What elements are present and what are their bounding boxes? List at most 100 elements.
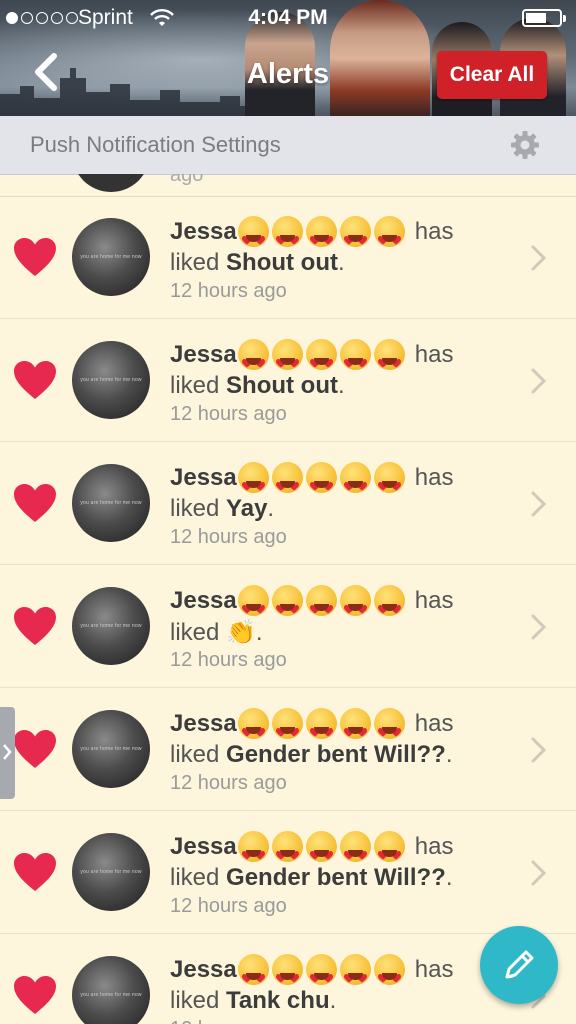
heart-eyes-emoji: [271, 831, 303, 862]
notification-time: 12 hours ago: [170, 1018, 287, 1024]
heart-eyes-emoji: [339, 462, 371, 493]
avatar[interactable]: you are home for me now: [72, 710, 150, 788]
status-time: 4:04 PM: [248, 6, 328, 29]
list-item[interactable]: you are home for me now Jessa has liked Sho…: [0, 196, 576, 319]
username[interactable]: Jessa: [170, 587, 237, 615]
list-item[interactable]: you are home for me now Jessa has liked Gen…: [0, 811, 576, 934]
username[interactable]: Jessa: [170, 710, 237, 738]
notification-line-2: liked Gender bent Will??.: [170, 741, 453, 769]
emoji-group: [237, 339, 405, 370]
heart-icon: [12, 359, 58, 401]
avatar[interactable]: you are home for me now: [72, 833, 150, 911]
sentence-end: .: [445, 864, 453, 891]
heart-icon: [12, 605, 58, 647]
heart-eyes-emoji: [373, 708, 405, 739]
username[interactable]: Jessa: [170, 341, 237, 369]
notification-time: 12 hours ago: [170, 526, 287, 548]
post-title[interactable]: Gender bent Will??: [226, 864, 446, 891]
post-title[interactable]: Yay: [226, 495, 267, 522]
emoji-group: [237, 831, 405, 862]
heart-eyes-emoji: [373, 462, 405, 493]
username[interactable]: Jessa: [170, 464, 237, 492]
heart-eyes-emoji: [339, 216, 371, 247]
heart-eyes-emoji: [373, 585, 405, 616]
notification-line-2: liked Tank chu.: [170, 987, 336, 1015]
push-notification-settings-bar[interactable]: Push Notification Settings: [0, 116, 576, 175]
heart-icon: [12, 482, 58, 524]
heart-eyes-emoji: [305, 954, 337, 985]
avatar[interactable]: you are home for me now: [72, 218, 150, 296]
heart-eyes-emoji: [305, 216, 337, 247]
heart-eyes-emoji: [271, 708, 303, 739]
chevron-right-icon[interactable]: [530, 244, 548, 272]
chevron-right-icon[interactable]: [530, 367, 548, 395]
avatar[interactable]: you are home for me now: [72, 341, 150, 419]
notification-time: 12 hours ago: [170, 649, 287, 671]
heart-eyes-emoji: [305, 462, 337, 493]
heart-eyes-emoji: [339, 831, 371, 862]
status-bar: Sprint 4:04 PM: [0, 0, 576, 38]
heart-eyes-emoji: [271, 216, 303, 247]
heart-eyes-emoji: [237, 585, 269, 616]
username[interactable]: Jessa: [170, 218, 237, 246]
avatar: [72, 174, 150, 192]
avatar[interactable]: you are home for me now: [72, 956, 150, 1024]
sentence-end: .: [445, 741, 453, 768]
chevron-right-icon[interactable]: [530, 736, 548, 764]
post-title[interactable]: Shout out: [226, 372, 338, 399]
heart-eyes-emoji: [339, 339, 371, 370]
list-item[interactable]: you are home for me now Jessa has liked Gen…: [0, 688, 576, 811]
notification-time: 12 hours ago: [170, 280, 287, 302]
side-drawer-handle[interactable]: [0, 707, 15, 799]
post-title[interactable]: Gender bent Will??: [226, 741, 446, 768]
post-title[interactable]: Tank chu: [226, 987, 330, 1014]
heart-eyes-emoji: [305, 585, 337, 616]
heart-eyes-emoji: [237, 954, 269, 985]
chevron-right-icon: [3, 744, 12, 760]
username[interactable]: Jessa: [170, 956, 237, 984]
post-title[interactable]: 👏: [226, 619, 256, 646]
heart-eyes-emoji: [237, 708, 269, 739]
chevron-right-icon[interactable]: [530, 613, 548, 641]
action-text: has: [414, 709, 454, 737]
heart-eyes-emoji: [271, 339, 303, 370]
post-title[interactable]: Shout out: [226, 249, 338, 276]
avatar[interactable]: you are home for me now: [72, 464, 150, 542]
heart-icon: [12, 851, 58, 893]
gear-icon[interactable]: [510, 130, 540, 160]
heart-icon: [12, 728, 58, 770]
notification-line-1: Jessa has: [170, 831, 453, 862]
heart-eyes-emoji: [271, 585, 303, 616]
emoji-group: [237, 462, 405, 493]
heart-eyes-emoji: [305, 831, 337, 862]
liked-text: liked: [170, 864, 220, 891]
sentence-end: .: [267, 495, 275, 522]
notification-line-2: liked Gender bent Will??.: [170, 864, 453, 892]
liked-text: liked: [170, 619, 220, 646]
heart-eyes-emoji: [339, 585, 371, 616]
list-item[interactable]: you are home for me now Jessa has liked Yay…: [0, 442, 576, 565]
sentence-end: .: [255, 619, 263, 646]
notification-list[interactable]: ago you are home for me now Jessa has liked…: [0, 174, 576, 1024]
list-item-partial[interactable]: ago: [0, 174, 576, 197]
heart-eyes-emoji: [339, 708, 371, 739]
heart-eyes-emoji: [373, 954, 405, 985]
chevron-right-icon[interactable]: [530, 490, 548, 518]
battery-icon: [522, 9, 566, 27]
compose-button[interactable]: [480, 926, 558, 1004]
heart-eyes-emoji: [305, 339, 337, 370]
chevron-right-icon[interactable]: [530, 859, 548, 887]
clear-all-button[interactable]: Clear All: [437, 51, 547, 99]
list-item[interactable]: you are home for me now Jessa has liked 👏. 1…: [0, 565, 576, 688]
username[interactable]: Jessa: [170, 833, 237, 861]
liked-text: liked: [170, 741, 220, 768]
avatar[interactable]: you are home for me now: [72, 587, 150, 665]
notification-line-2: liked Shout out.: [170, 249, 345, 277]
heart-eyes-emoji: [373, 339, 405, 370]
heart-eyes-emoji: [305, 708, 337, 739]
notification-time: 12 hours ago: [170, 772, 287, 794]
emoji-group: [237, 216, 405, 247]
notification-line-2: liked 👏.: [170, 618, 263, 647]
heart-icon: [12, 974, 58, 1016]
list-item[interactable]: you are home for me now Jessa has liked Sho…: [0, 319, 576, 442]
